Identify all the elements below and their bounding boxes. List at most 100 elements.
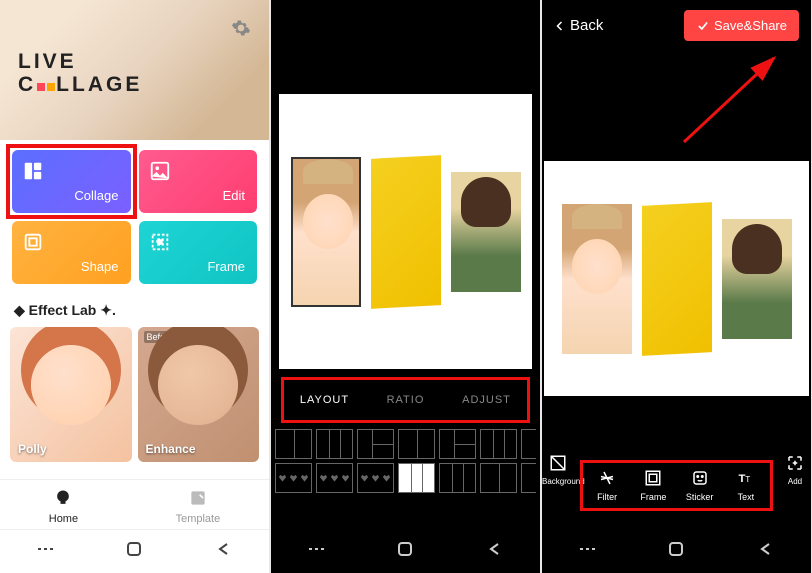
layout-editor-screen: LAYOUT RATIO ADJUST: [271, 0, 540, 573]
photo-slot-1[interactable]: [291, 157, 361, 307]
recent-apps-icon[interactable]: [36, 540, 54, 563]
bottom-area: Home Template: [0, 479, 269, 573]
tab-adjust[interactable]: ADJUST: [446, 380, 527, 420]
collage-canvas[interactable]: [544, 161, 809, 396]
frame-label: Frame: [207, 259, 245, 274]
recent-apps-icon[interactable]: [578, 540, 596, 563]
before-tag: Before: [144, 331, 177, 343]
shape-tile[interactable]: Shape: [12, 221, 131, 284]
photo-slot-2[interactable]: [642, 202, 712, 356]
logo-line2: CLLAGE: [18, 73, 269, 96]
home-nav-icon[interactable]: [125, 540, 143, 563]
save-screen: Back Save&Share Background Filter Frame: [542, 0, 811, 573]
back-nav-icon[interactable]: [215, 540, 233, 563]
top-bar: Back Save&Share: [542, 0, 811, 51]
polly-label: Polly: [18, 442, 47, 456]
enhance-label: Enhance: [146, 442, 196, 456]
save-share-button[interactable]: Save&Share: [684, 10, 799, 41]
layout-picker: [271, 423, 540, 499]
home-icon: [49, 488, 78, 511]
layout-option[interactable]: [480, 463, 517, 493]
photo-slot-1[interactable]: [562, 204, 632, 354]
photo-slot-2[interactable]: [371, 155, 441, 309]
hair-shape: [461, 177, 511, 227]
collage-tile[interactable]: Collage: [12, 150, 131, 213]
edit-tile[interactable]: Edit: [139, 150, 258, 213]
tab-ratio[interactable]: RATIO: [365, 380, 446, 420]
layout-hearts[interactable]: [275, 463, 312, 493]
tool-text[interactable]: TT Text: [724, 465, 768, 506]
layout-option[interactable]: [480, 429, 517, 459]
face-photo: [158, 345, 238, 425]
hair-shape: [732, 224, 782, 274]
hat-shape: [572, 204, 622, 229]
home-nav-icon[interactable]: [667, 540, 685, 563]
frame-icon: [149, 231, 171, 258]
layout-option[interactable]: [275, 429, 312, 459]
effect-polly[interactable]: Polly: [10, 327, 132, 462]
settings-icon[interactable]: [231, 18, 251, 43]
toolbar-row: Background Filter Frame Sticker TT Text …: [542, 428, 811, 511]
frame-tile[interactable]: Frame: [139, 221, 258, 284]
layout-option[interactable]: [316, 429, 353, 459]
home-screen: LIVE CLLAGE Collage Edit Shape Frame ◆ E…: [0, 0, 269, 573]
arrow-annotation: [678, 50, 798, 150]
photo-slot-3[interactable]: [722, 219, 792, 339]
layout-hearts[interactable]: [316, 463, 353, 493]
filter-icon: [585, 469, 629, 489]
layout-option[interactable]: [439, 463, 476, 493]
layout-option[interactable]: [398, 429, 435, 459]
layout-option[interactable]: [357, 429, 394, 459]
tab-template[interactable]: Template: [176, 488, 221, 525]
android-nav: [271, 530, 540, 573]
tool-sticker[interactable]: Sticker: [678, 465, 722, 506]
face-shape: [572, 239, 622, 294]
chevron-left-icon: [554, 20, 566, 32]
layout-hearts[interactable]: [357, 463, 394, 493]
home-nav-icon[interactable]: [396, 540, 414, 563]
face-illustration: [31, 345, 111, 425]
tab-home[interactable]: Home: [49, 488, 78, 525]
back-nav-icon[interactable]: [757, 540, 775, 563]
hat-shape: [303, 159, 353, 184]
tab-layout[interactable]: LAYOUT: [284, 380, 365, 420]
editor-tabs-highlight: LAYOUT RATIO ADJUST: [281, 377, 530, 423]
back-nav-icon[interactable]: [486, 540, 504, 563]
tool-frame[interactable]: Frame: [631, 465, 675, 506]
check-icon: [696, 19, 710, 33]
shape-icon: [22, 231, 44, 258]
logo-line1: LIVE: [18, 50, 269, 73]
template-icon: [176, 488, 221, 511]
android-nav: [0, 529, 269, 573]
bottom-tabs: Home Template: [0, 479, 269, 529]
layout-option-selected[interactable]: [398, 463, 435, 493]
recent-apps-icon[interactable]: [307, 540, 325, 563]
app-logo: LIVE CLLAGE: [18, 50, 269, 96]
logo-square-red: [37, 83, 45, 91]
tool-background[interactable]: Background: [542, 450, 574, 490]
tool-add[interactable]: Add: [779, 450, 811, 490]
photo-slot-3[interactable]: [451, 172, 521, 292]
bottom-area: [271, 530, 540, 573]
layout-option[interactable]: [521, 429, 536, 459]
layout-option[interactable]: [439, 429, 476, 459]
layout-option[interactable]: [521, 463, 536, 493]
android-nav: [542, 530, 811, 573]
svg-text:T: T: [745, 475, 750, 484]
back-button[interactable]: Back: [554, 17, 603, 34]
logo-square-yellow: [47, 83, 55, 91]
collage-canvas[interactable]: [279, 94, 532, 369]
edit-label: Edit: [223, 188, 245, 203]
highlight-annotation: Collage: [6, 144, 137, 219]
layout-row-1: [275, 429, 536, 459]
toolbar-highlight: Filter Frame Sticker TT Text: [580, 460, 773, 511]
effects-row: Polly Before Enhance: [0, 327, 269, 462]
frame-icon: [631, 469, 675, 489]
sticker-icon: [678, 469, 722, 489]
main-tiles: Collage Edit Shape Frame: [0, 140, 269, 294]
background-icon: [542, 454, 574, 474]
face-shape: [303, 194, 353, 249]
tool-filter[interactable]: Filter: [585, 465, 629, 506]
effect-enhance[interactable]: Before Enhance: [138, 327, 260, 462]
text-icon: TT: [724, 469, 768, 489]
